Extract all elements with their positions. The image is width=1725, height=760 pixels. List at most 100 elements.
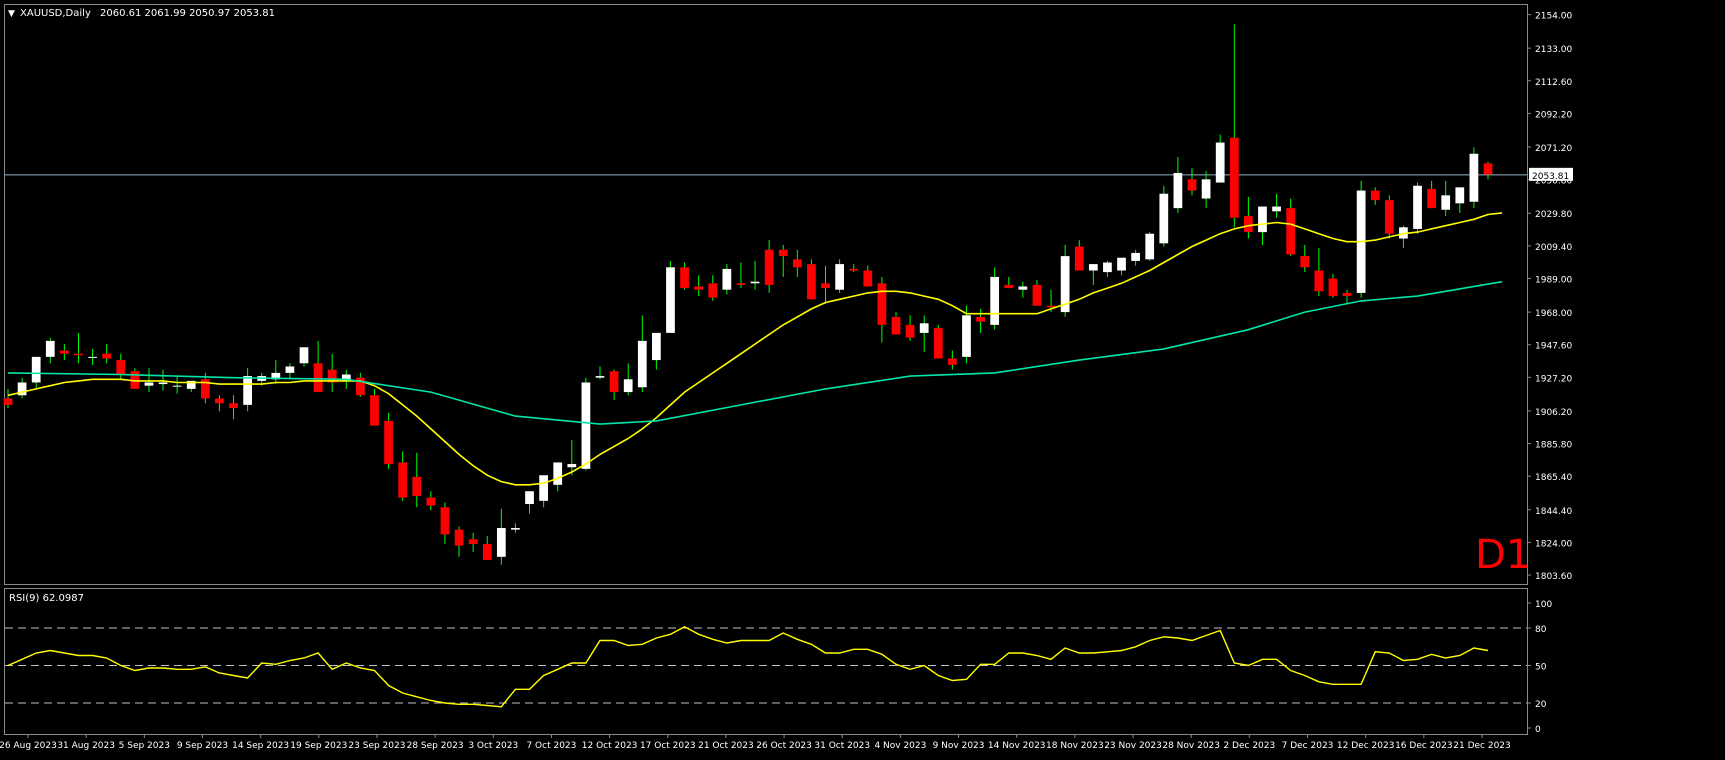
price-tick-label: 2071.20 [1535, 144, 1572, 154]
time-tick-label: 17 Oct 2023 [640, 741, 696, 751]
bear-candle [764, 249, 774, 285]
bear-candle [891, 316, 901, 335]
bull-candle [1201, 179, 1211, 199]
bull-candle [553, 462, 563, 485]
bear-candle [609, 371, 619, 393]
bull-candle [1103, 262, 1112, 273]
price-tick-label: 1906.20 [1535, 408, 1572, 418]
time-tick-label: 28 Nov 2023 [1162, 741, 1220, 751]
bear-candle [398, 462, 408, 498]
bull-candle [1145, 233, 1155, 260]
bear-candle [3, 398, 13, 405]
price-tick-label: 2154.00 [1535, 12, 1572, 22]
bull-candle [666, 267, 675, 333]
price-tick-label: 1885.80 [1535, 441, 1572, 451]
chart-svg[interactable]: 2154.002133.002112.602092.202071.202050.… [0, 0, 1725, 756]
time-tick-label: 2 Dec 2023 [1223, 741, 1275, 751]
bear-candle [976, 316, 985, 322]
bull-candle [1258, 206, 1267, 233]
time-tick-label: 31 Oct 2023 [814, 741, 870, 751]
time-tick-label: 26 Oct 2023 [756, 741, 812, 751]
bear-candle [74, 353, 83, 356]
time-tick-label: 18 Nov 2023 [1046, 741, 1104, 751]
bear-candle [1074, 246, 1084, 271]
bear-candle [849, 268, 859, 271]
price-tick-label: 1824.00 [1535, 539, 1572, 549]
bear-candle [1483, 163, 1493, 175]
price-tick-label: 2133.00 [1535, 45, 1572, 55]
rsi-tick-label: 20 [1535, 700, 1547, 710]
bull-candle [539, 475, 548, 501]
bull-candle [172, 385, 182, 387]
rsi-tick-label: 50 [1535, 663, 1547, 673]
bull-candle [652, 332, 661, 361]
bear-candle [933, 328, 943, 359]
time-tick-label: 3 Oct 2023 [468, 741, 518, 751]
price-tick-label: 1989.00 [1535, 276, 1572, 286]
bull-candle [581, 382, 591, 469]
time-tick-label: 19 Sep 2023 [290, 741, 347, 751]
current-price-label: 2053.81 [1532, 172, 1569, 182]
time-tick-label: 23 Sep 2023 [348, 741, 405, 751]
bull-candle [1159, 193, 1169, 244]
bear-candle [792, 259, 802, 268]
bear-candle [229, 403, 238, 409]
price-tick-label: 2092.20 [1535, 110, 1572, 120]
time-tick-label: 7 Dec 2023 [1282, 741, 1334, 751]
bull-candle [1469, 153, 1479, 202]
bear-candle [877, 283, 887, 325]
price-tick-label: 1865.40 [1535, 473, 1572, 483]
bull-candle [1413, 185, 1422, 229]
price-tick-label: 2029.80 [1535, 210, 1572, 220]
bear-candle [1300, 256, 1310, 268]
bull-candle [158, 382, 168, 385]
bull-candle [299, 347, 309, 364]
bear-candle [468, 539, 478, 545]
time-tick-label: 14 Sep 2023 [232, 741, 289, 751]
bear-candle [384, 420, 393, 465]
chart-window[interactable]: 2154.00 2133.00 2112.60 2092.20 2071.20 2050.… [0, 0, 1725, 756]
bear-candle [1314, 270, 1324, 292]
bear-candle [1427, 188, 1436, 209]
bear-candle [440, 507, 450, 535]
price-tick-label: 1968.00 [1535, 309, 1572, 319]
bull-candle [31, 356, 41, 383]
bear-candle [680, 267, 689, 289]
time-tick-label: 16 Dec 2023 [1395, 741, 1453, 751]
bull-candle [750, 281, 760, 284]
time-tick-label: 28 Sep 2023 [407, 741, 464, 751]
price-tick-label: 2112.60 [1535, 78, 1572, 88]
bull-candle [1131, 252, 1140, 261]
rsi-tick-label: 100 [1535, 600, 1552, 610]
chart-header-ohlc: 2060.61 2061.99 2050.97 2053.81 [100, 8, 275, 19]
bull-candle [88, 356, 97, 358]
rsi-header: RSI(9) 62.0987 [9, 593, 84, 604]
time-tick-label: 5 Sep 2023 [119, 741, 170, 751]
bull-candle [1272, 206, 1281, 212]
bear-candle [454, 529, 464, 546]
bear-candle [313, 363, 323, 393]
bear-candle [694, 286, 704, 290]
price-axis: 2154.002133.002112.602092.202071.202050.… [1527, 12, 1573, 582]
time-axis: 26 Aug 2023 31 Aug 2023 5 Sep 2023 9 Sep 20… [0, 734, 1511, 751]
bear-candle [708, 283, 718, 298]
bear-candle [1187, 179, 1197, 191]
bull-candle [835, 264, 844, 290]
bear-candle [1370, 190, 1380, 201]
bull-candle [243, 376, 252, 405]
bear-candle [482, 544, 492, 561]
bull-candle [919, 323, 929, 333]
bull-candle [496, 528, 506, 557]
bear-candle [1032, 284, 1042, 306]
bear-candle [1328, 278, 1338, 297]
header-dropdown-icon[interactable]: ▼ [8, 9, 15, 19]
rsi-tick-label: 0 [1535, 725, 1541, 735]
time-tick-label: 26 Aug 2023 [0, 741, 57, 751]
price-tick-label: 1927.20 [1535, 374, 1572, 384]
time-tick-label: 12 Oct 2023 [582, 741, 638, 751]
bear-candle [807, 264, 816, 300]
bear-candle [1229, 137, 1239, 218]
bull-candle [45, 340, 55, 357]
bull-candle [990, 276, 1000, 325]
bull-candle [1455, 187, 1465, 204]
